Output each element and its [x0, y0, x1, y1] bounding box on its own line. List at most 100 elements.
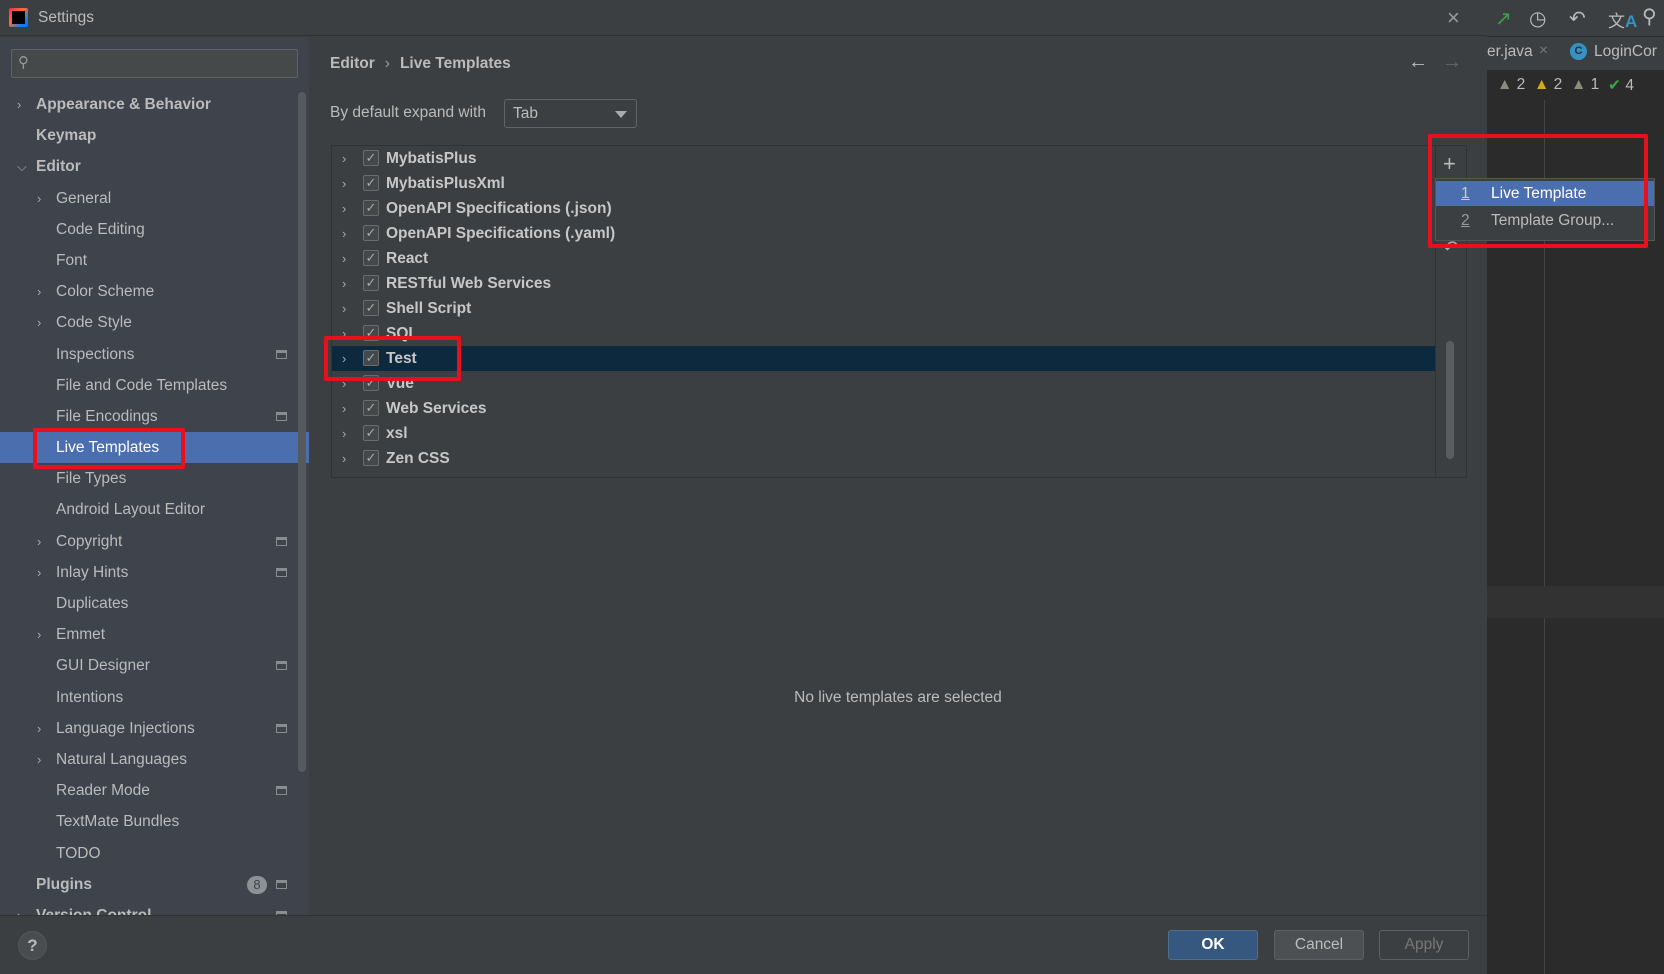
template-group-vue[interactable]: › ✓ Vue [332, 371, 1436, 396]
close-icon[interactable]: × [1447, 5, 1460, 31]
chevron-right-icon[interactable]: › [37, 183, 41, 214]
sidebar-item-keymap[interactable]: Keymap [0, 120, 309, 151]
search-input[interactable]: ⚲ [11, 49, 298, 78]
chevron-right-icon[interactable]: › [342, 446, 346, 471]
group-checkbox[interactable]: ✓ [363, 300, 379, 316]
chevron-right-icon[interactable]: › [342, 196, 346, 221]
group-checkbox[interactable]: ✓ [363, 350, 379, 366]
group-checkbox[interactable]: ✓ [363, 175, 379, 191]
sidebar-item-copyright[interactable]: › Copyright [0, 526, 309, 557]
sidebar-item-language-injections[interactable]: › Language Injections [0, 713, 309, 744]
chevron-right-icon[interactable]: › [342, 371, 346, 396]
inspection-count[interactable]: ▲ 2 [1497, 76, 1525, 94]
chevron-right-icon[interactable]: › [37, 307, 41, 338]
sidebar-item-gui-designer[interactable]: GUI Designer [0, 650, 309, 681]
sidebar-item-general[interactable]: › General [0, 183, 309, 214]
expand-with-select[interactable]: Tab [504, 99, 637, 128]
sidebar-item-version-control[interactable]: › Version Control [0, 900, 309, 915]
sidebar-item-color-scheme[interactable]: › Color Scheme [0, 276, 309, 307]
sidebar-item-intentions[interactable]: Intentions [0, 682, 309, 713]
sidebar-item-duplicates[interactable]: Duplicates [0, 588, 309, 619]
chevron-right-icon[interactable]: › [17, 900, 21, 915]
editor-tab-label[interactable]: LoginCor [1594, 43, 1657, 61]
translate-icon[interactable]: 文A [1608, 7, 1637, 32]
chevron-right-icon[interactable]: › [37, 276, 41, 307]
template-group-web-services[interactable]: › ✓ Web Services [332, 396, 1436, 421]
group-checkbox[interactable]: ✓ [363, 375, 379, 391]
ok-button[interactable]: OK [1168, 930, 1258, 960]
sidebar-item-textmate-bundles[interactable]: TextMate Bundles [0, 806, 309, 837]
group-checkbox[interactable]: ✓ [363, 150, 379, 166]
sidebar-item-todo[interactable]: TODO [0, 838, 309, 869]
group-checkbox[interactable]: ✓ [363, 200, 379, 216]
sidebar-item-file-encodings[interactable]: File Encodings [0, 401, 309, 432]
chevron-right-icon[interactable]: › [342, 246, 346, 271]
chevron-right-icon[interactable]: › [342, 421, 346, 446]
search-icon[interactable]: ⚲ [1642, 4, 1657, 29]
forward-arrow-icon[interactable]: → [1442, 51, 1462, 74]
group-checkbox[interactable]: ✓ [363, 425, 379, 441]
sidebar-scrollbar[interactable] [298, 92, 306, 772]
sidebar-item-plugins[interactable]: Plugins 8 [0, 869, 309, 900]
sidebar-item-inlay-hints[interactable]: › Inlay Hints [0, 557, 309, 588]
chevron-right-icon[interactable]: › [342, 321, 346, 346]
template-group-shell-script[interactable]: › ✓ Shell Script [332, 296, 1436, 321]
chevron-right-icon[interactable]: › [342, 296, 346, 321]
template-group-sql[interactable]: › ✓ SQL [332, 321, 1436, 346]
group-checkbox[interactable]: ✓ [363, 325, 379, 341]
sidebar-item-reader-mode[interactable]: Reader Mode [0, 775, 309, 806]
group-checkbox[interactable]: ✓ [363, 400, 379, 416]
chevron-right-icon[interactable]: › [342, 146, 346, 171]
template-group-test[interactable]: › ✓ Test [332, 346, 1436, 371]
inspection-count[interactable]: ✔ 4 [1608, 76, 1634, 95]
breadcrumb-editor[interactable]: Editor [330, 55, 375, 72]
inspection-count[interactable]: ▲ 1 [1571, 76, 1599, 94]
sidebar-item-file-and-code-templates[interactable]: File and Code Templates [0, 370, 309, 401]
template-group-zen-css[interactable]: › ✓ Zen CSS [332, 446, 1436, 471]
chevron-right-icon[interactable]: › [17, 89, 21, 120]
menu-item-template-group[interactable]: 2 Template Group... [1436, 208, 1654, 233]
sidebar-item-editor[interactable]: ⌵ Editor [0, 151, 309, 182]
history-clock-icon[interactable]: ◷ [1529, 6, 1546, 31]
sidebar-item-file-types[interactable]: File Types [0, 463, 309, 494]
chevron-right-icon[interactable]: › [342, 271, 346, 296]
chevron-right-icon[interactable]: › [37, 619, 41, 650]
chevron-right-icon[interactable]: › [342, 396, 346, 421]
template-group-openapi-specifications-json[interactable]: › ✓ OpenAPI Specifications (.json) [332, 196, 1436, 221]
group-checkbox[interactable]: ✓ [363, 225, 379, 241]
template-group-restful-web-services[interactable]: › ✓ RESTful Web Services [332, 271, 1436, 296]
template-group-mybatisplus[interactable]: › ✓ MybatisPlus [332, 146, 1436, 171]
sidebar-item-font[interactable]: Font [0, 245, 309, 276]
chevron-down-icon[interactable]: ⌵ [17, 151, 27, 182]
menu-item-live-template[interactable]: 1 Live Template [1436, 181, 1654, 206]
template-group-xsl[interactable]: › ✓ xsl [332, 421, 1436, 446]
back-arrow-icon[interactable]: ← [1408, 51, 1428, 74]
sidebar-item-inspections[interactable]: Inspections [0, 339, 309, 370]
chevron-right-icon[interactable]: › [342, 221, 346, 246]
chevron-right-icon[interactable]: › [342, 346, 346, 371]
inspection-count[interactable]: ▲ 2 [1534, 76, 1562, 94]
vcs-push-arrow-icon[interactable]: ↗ [1495, 6, 1512, 31]
sidebar-item-code-editing[interactable]: Code Editing [0, 214, 309, 245]
editor-tab-label[interactable]: er.java [1487, 43, 1533, 61]
chevron-right-icon[interactable]: › [37, 557, 41, 588]
group-checkbox[interactable]: ✓ [363, 275, 379, 291]
rollback-icon[interactable]: ↶ [1569, 6, 1586, 31]
add-icon[interactable]: + [1443, 151, 1456, 177]
group-checkbox[interactable]: ✓ [363, 250, 379, 266]
chevron-right-icon[interactable]: › [37, 744, 41, 775]
cancel-button[interactable]: Cancel [1274, 930, 1364, 960]
sidebar-item-code-style[interactable]: › Code Style [0, 307, 309, 338]
chevron-right-icon[interactable]: › [37, 526, 41, 557]
apply-button[interactable]: Apply [1379, 930, 1469, 960]
sidebar-item-emmet[interactable]: › Emmet [0, 619, 309, 650]
tab-close-icon[interactable]: × [1539, 42, 1548, 60]
sidebar-item-natural-languages[interactable]: › Natural Languages [0, 744, 309, 775]
template-group-react[interactable]: › ✓ React [332, 246, 1436, 271]
sidebar-item-live-templates[interactable]: Live Templates [0, 432, 309, 464]
template-group-mybatisplusxml[interactable]: › ✓ MybatisPlusXml [332, 171, 1436, 196]
group-checkbox[interactable]: ✓ [363, 450, 379, 466]
help-button[interactable]: ? [18, 931, 47, 960]
sidebar-item-android-layout-editor[interactable]: Android Layout Editor [0, 494, 309, 525]
chevron-right-icon[interactable]: › [342, 171, 346, 196]
